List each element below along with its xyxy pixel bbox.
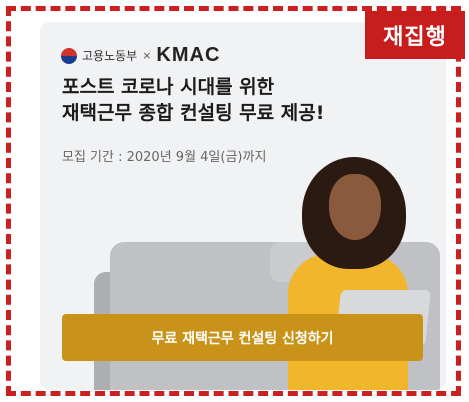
headline-line-2: 재택근무 종합 컨설팅 무료 제공! (62, 102, 325, 124)
kmac-logo: KMAC (156, 44, 221, 66)
headline-line-1: 포스트 코로나 시대를 위한 (62, 76, 275, 98)
gov-ministry-name: 고용노동부 (82, 49, 138, 63)
ad-card[interactable]: 고용노동부 × KMAC 포스트 코로나 시대를 위한 재택근무 종합 컨설팅 … (40, 22, 446, 390)
sponsor-logos: 고용노동부 × KMAC (61, 44, 220, 67)
headline: 포스트 코로나 시대를 위한 재택근무 종합 컨설팅 무료 제공! (62, 74, 324, 126)
separator: × (142, 49, 152, 62)
government-emblem-icon (61, 47, 77, 64)
apply-consulting-button[interactable]: 무료 재택근무 컨설팅 신청하기 (62, 314, 423, 361)
recruitment-period: 모집 기간 : 2020년 9월 4일(금)까지 (62, 150, 267, 165)
rerun-badge: 재집행 (365, 11, 465, 59)
person-face-illustration (329, 174, 381, 240)
